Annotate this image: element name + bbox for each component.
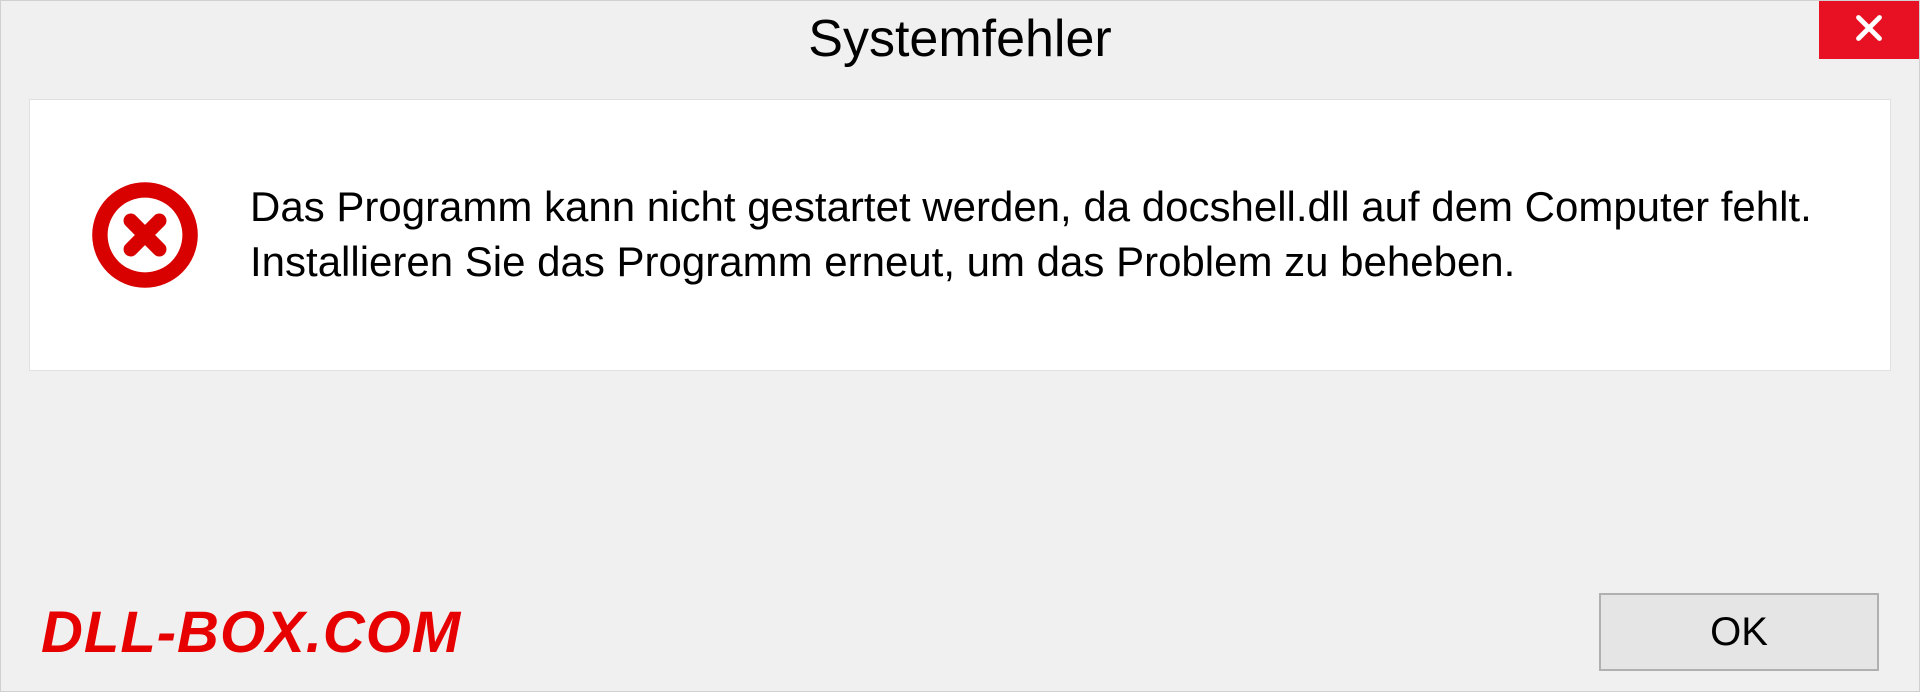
close-icon: [1851, 10, 1887, 51]
message-panel: Das Programm kann nicht gestartet werden…: [29, 99, 1891, 371]
error-icon: [90, 180, 200, 290]
watermark-text: DLL-BOX.COM: [41, 599, 461, 666]
close-button[interactable]: [1819, 1, 1919, 59]
error-dialog: Systemfehler Das Programm kann nicht ges…: [0, 0, 1920, 692]
ok-button-label: OK: [1710, 610, 1768, 655]
titlebar: Systemfehler: [1, 1, 1919, 81]
dialog-title: Systemfehler: [808, 9, 1111, 69]
dialog-footer: DLL-BOX.COM OK: [1, 563, 1919, 691]
error-message: Das Programm kann nicht gestartet werden…: [250, 180, 1830, 289]
ok-button[interactable]: OK: [1599, 593, 1879, 671]
